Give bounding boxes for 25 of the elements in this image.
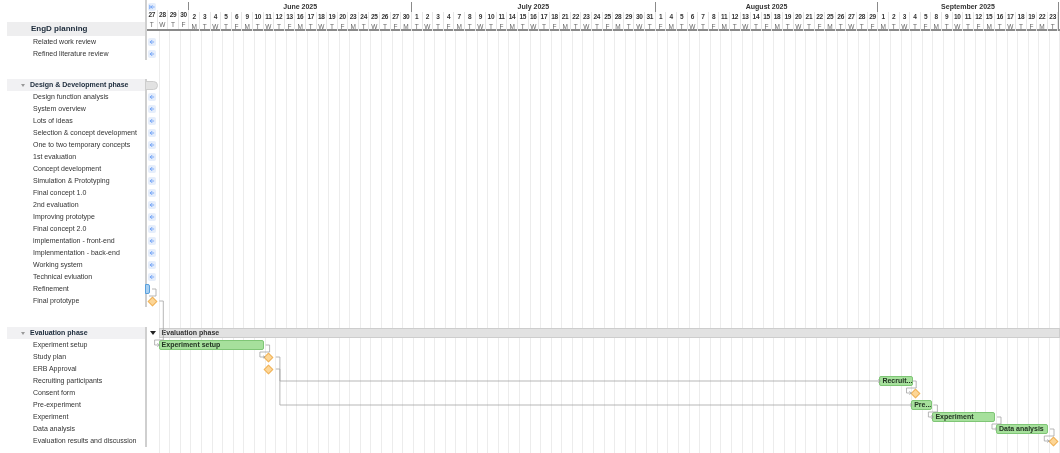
scroll-to-task-button[interactable]	[148, 50, 156, 58]
scroll-to-task-button[interactable]	[148, 189, 156, 197]
scroll-to-task-button[interactable]	[148, 237, 156, 245]
project-title: EngD planning	[31, 23, 88, 35]
scroll-to-task-button[interactable]	[148, 273, 156, 281]
scroll-to-task-button[interactable]	[148, 201, 156, 209]
expand-caret-icon[interactable]	[21, 331, 25, 335]
scroll-to-task-button[interactable]	[148, 249, 156, 257]
task-bar[interactable]	[145, 284, 150, 294]
scroll-to-task-button[interactable]	[148, 261, 156, 269]
scroll-to-task-button[interactable]	[148, 213, 156, 221]
scroll-to-task-button[interactable]	[148, 38, 156, 46]
scroll-to-task-button[interactable]	[148, 105, 156, 113]
scroll-to-task-button[interactable]	[148, 225, 156, 233]
scroll-to-task-button[interactable]	[148, 177, 156, 185]
collapse-caret-icon[interactable]	[149, 331, 156, 335]
scroll-to-task-button[interactable]	[148, 153, 156, 161]
scroll-to-task-button[interactable]	[148, 93, 156, 101]
expand-caret-icon[interactable]	[21, 83, 25, 87]
summary-bar[interactable]	[145, 80, 158, 90]
scroll-to-task-button[interactable]	[148, 129, 156, 137]
scroll-to-start-button[interactable]	[148, 3, 156, 11]
scroll-to-task-button[interactable]	[148, 117, 156, 125]
scroll-to-task-button[interactable]	[148, 165, 156, 173]
scroll-to-task-button[interactable]	[148, 141, 156, 149]
